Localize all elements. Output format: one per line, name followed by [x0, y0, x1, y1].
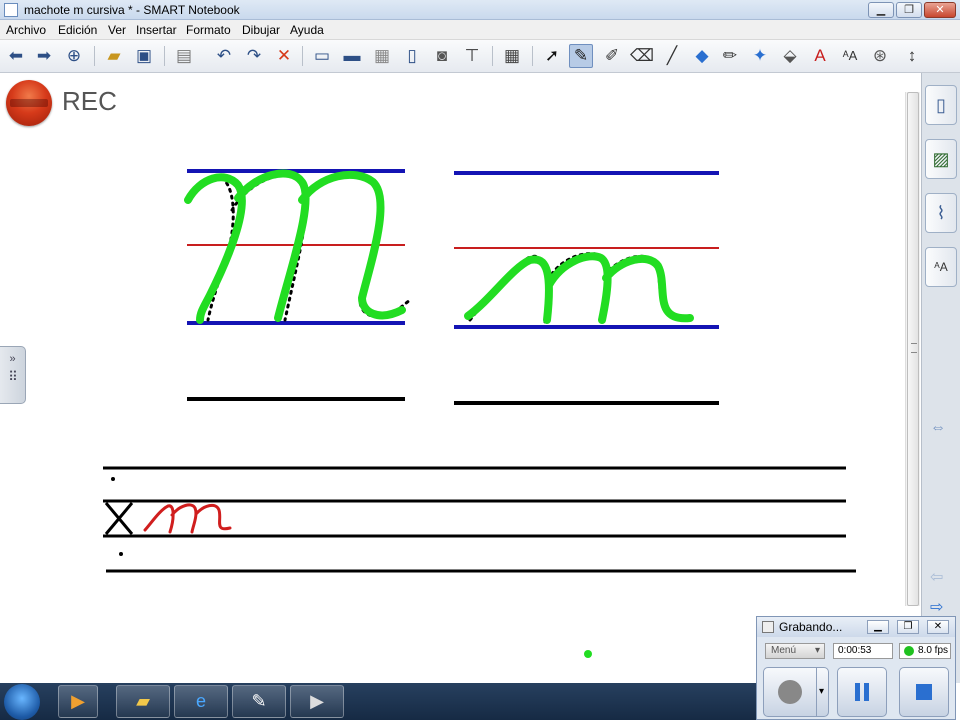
recorder-menu-dropdown[interactable]: Menú ▾	[765, 643, 825, 659]
side-panel-handle[interactable]: » ⠿	[0, 346, 26, 404]
next-page-icon[interactable]: ⇨	[930, 597, 943, 617]
file-explorer-icon[interactable]: ▰	[116, 685, 170, 718]
scrollbar-thumb[interactable]	[907, 92, 919, 606]
writing-canvas	[103, 169, 856, 658]
start-button[interactable]	[4, 684, 40, 720]
recorder-window: Grabando... ▁ ❐ ✕ Menú ▾ 0:00:53 8.0 fps…	[756, 616, 956, 720]
stop-icon	[916, 684, 932, 700]
green-pen-dot	[584, 650, 592, 658]
recorder-app-icon	[762, 621, 774, 633]
dropdown-arrow-icon: ▾	[814, 645, 820, 656]
lowercase-m-green-trace	[464, 252, 694, 324]
recorder-fps-value: 8.0 fps	[918, 645, 949, 656]
recorder-menu-label: Menú	[771, 645, 797, 656]
recorder-pause-button[interactable]	[837, 667, 887, 717]
record-icon	[778, 680, 802, 704]
close-button[interactable]: ✕	[924, 2, 956, 18]
media-player-icon[interactable]: ▶	[58, 685, 98, 718]
recording-status-icon	[904, 646, 914, 656]
recorder-minimize-button[interactable]: ▁	[867, 620, 889, 634]
recorder-title: Grabando...	[779, 620, 843, 634]
gallery-icon[interactable]: ▨	[925, 139, 957, 179]
recorder-stop-button[interactable]	[899, 667, 949, 717]
right-sidebar: ▯ ▨ ⌇ ᴬA ⇔ ⇦ ⇨	[921, 73, 960, 683]
page-sorter-icon[interactable]: ▯	[925, 85, 957, 125]
recorder-maximize-button[interactable]: ❐	[897, 620, 919, 634]
recorder-title-bar: Grabando... ▁ ❐ ✕	[757, 617, 955, 637]
swap-sidebar-icon[interactable]: ⇔	[930, 419, 946, 437]
vertical-scrollbar[interactable]	[905, 92, 920, 606]
smart-notebook-taskbar-icon[interactable]: ✎	[232, 685, 286, 718]
start-x-mark	[104, 502, 134, 535]
practice-dot-bottom	[119, 552, 123, 556]
internet-explorer-icon[interactable]: e	[174, 685, 228, 718]
taskbar: ▶ ▰ e ✎ ▶	[0, 683, 756, 720]
capital-m-green-trace	[184, 169, 406, 324]
recorder-close-button[interactable]: ✕	[927, 620, 949, 634]
properties-tab-icon[interactable]: ᴬA	[925, 247, 957, 287]
pause-icon	[855, 683, 860, 701]
red-handwritten-m	[143, 503, 232, 534]
recorder-record-button[interactable]: ▾	[763, 667, 829, 717]
attachments-icon[interactable]: ⌇	[925, 193, 957, 233]
grip-dots-icon: ⠿	[8, 369, 18, 384]
practice-dot-top	[111, 477, 115, 481]
recorder-elapsed-time: 0:00:53	[833, 643, 893, 659]
previous-page-icon[interactable]: ⇦	[930, 567, 943, 587]
record-options-icon: ▾	[819, 686, 825, 697]
recorder-fps: 8.0 fps	[899, 643, 951, 659]
expand-chevron-icon: »	[9, 353, 16, 365]
recorder-taskbar-icon[interactable]: ▶	[290, 685, 344, 718]
